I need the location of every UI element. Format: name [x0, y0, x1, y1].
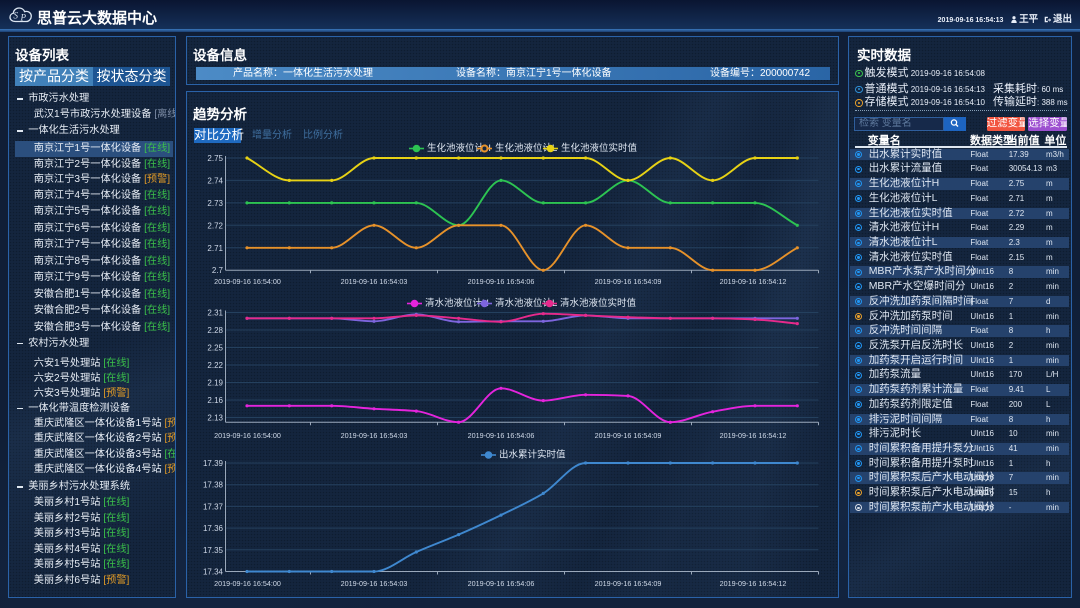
svg-text:17.38: 17.38: [203, 481, 224, 490]
svg-text:2.13: 2.13: [207, 414, 223, 423]
svg-text:2019-09-16 16:54:00: 2019-09-16 16:54:00: [214, 431, 281, 440]
svg-text:P: P: [20, 13, 27, 23]
svg-text:2019-09-16 16:54:09: 2019-09-16 16:54:09: [595, 431, 662, 440]
svg-text:2.73: 2.73: [207, 199, 223, 208]
svg-text:2.16: 2.16: [207, 396, 223, 405]
svg-text:2019-09-16 16:54:03: 2019-09-16 16:54:03: [341, 277, 408, 286]
svg-text:2019-09-16 16:54:12: 2019-09-16 16:54:12: [720, 579, 787, 588]
svg-text:2019-09-16 16:54:12: 2019-09-16 16:54:12: [720, 277, 787, 286]
svg-text:2.28: 2.28: [207, 326, 223, 335]
svg-text:2.7: 2.7: [212, 266, 224, 275]
svg-text:2.31: 2.31: [207, 309, 223, 318]
svg-text:S: S: [14, 11, 19, 21]
svg-text:17.36: 17.36: [203, 524, 224, 533]
svg-text:17.39: 17.39: [203, 459, 224, 468]
svg-text:2.19: 2.19: [207, 379, 223, 388]
svg-text:2019-09-16 16:54:00: 2019-09-16 16:54:00: [214, 277, 281, 286]
svg-text:2.74: 2.74: [207, 176, 223, 185]
svg-text:2019-09-16 16:54:12: 2019-09-16 16:54:12: [720, 431, 787, 440]
svg-text:2.25: 2.25: [207, 344, 223, 353]
svg-text:2019-09-16 16:54:00: 2019-09-16 16:54:00: [214, 579, 281, 588]
svg-text:2019-09-16 16:54:06: 2019-09-16 16:54:06: [468, 579, 535, 588]
svg-text:2019-09-16 16:54:03: 2019-09-16 16:54:03: [341, 579, 408, 588]
svg-text:2.22: 2.22: [207, 361, 223, 370]
svg-text:2019-09-16 16:54:06: 2019-09-16 16:54:06: [468, 431, 535, 440]
svg-text:清水池液位实时值: 清水池液位实时值: [560, 297, 637, 309]
svg-text:17.35: 17.35: [203, 546, 224, 555]
svg-text:17.34: 17.34: [203, 568, 224, 577]
svg-text:2019-09-16 16:54:09: 2019-09-16 16:54:09: [595, 277, 662, 286]
svg-text:2019-09-16 16:54:06: 2019-09-16 16:54:06: [468, 277, 535, 286]
svg-text:出水累计实时值: 出水累计实时值: [499, 449, 566, 461]
svg-text:2.75: 2.75: [207, 154, 223, 163]
svg-text:17.37: 17.37: [203, 502, 224, 511]
svg-text:2.71: 2.71: [207, 244, 223, 253]
svg-text:2.72: 2.72: [207, 221, 223, 230]
svg-text:2019-09-16 16:54:03: 2019-09-16 16:54:03: [341, 431, 408, 440]
svg-text:2019-09-16 16:54:09: 2019-09-16 16:54:09: [595, 579, 662, 588]
svg-text:生化池液位实时值: 生化池液位实时值: [561, 142, 638, 154]
